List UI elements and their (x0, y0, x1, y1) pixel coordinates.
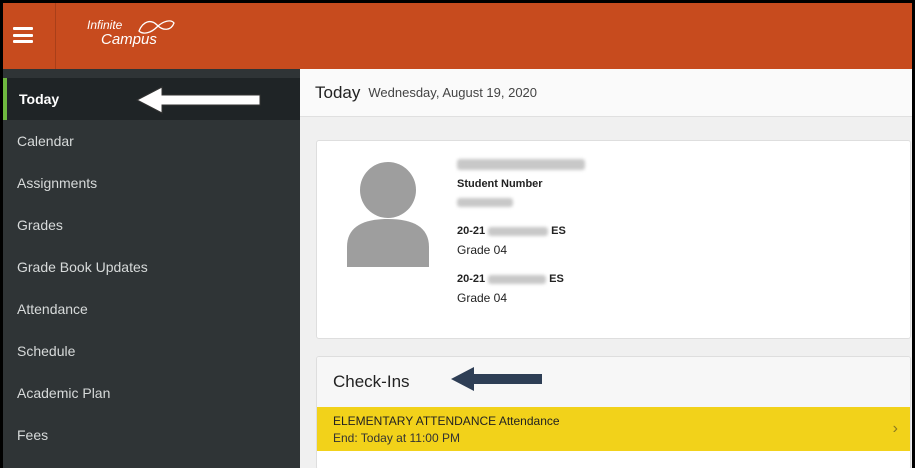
hamburger-menu-icon[interactable] (13, 23, 33, 47)
sidebar-item-label: Assignments (17, 175, 98, 191)
chevron-right-icon: › (892, 420, 898, 437)
check-in-item[interactable]: ELEMENTARY ATTENDANCE Attendance End: To… (317, 407, 910, 451)
infinity-swoosh-icon (138, 20, 175, 34)
redacted-student-number (457, 198, 513, 207)
sidebar-item-label: Academic Plan (17, 385, 111, 401)
sidebar-item-label: Fees (17, 427, 49, 443)
sidebar-item-fees[interactable]: Fees (3, 414, 300, 456)
sidebar-item-label: Schedule (17, 343, 76, 359)
sidebar-item-assignments[interactable]: Assignments (3, 162, 300, 204)
sidebar-item-attendance[interactable]: Attendance (3, 288, 300, 330)
top-bar: Infinite Campus (3, 3, 912, 69)
sidebar-item-grades[interactable]: Grades (3, 204, 300, 246)
check-in-end-time: End: Today at 11:00 PM (333, 431, 460, 445)
enrollment-school-suffix: ES (549, 273, 564, 285)
enrollment-year: 20-21 (457, 225, 486, 237)
student-info: Student Number 20-21 ES Grade 04 20-21 E… (457, 159, 585, 305)
check-in-name: ELEMENTARY ATTENDANCE Attendance (333, 414, 560, 428)
student-number-label: Student Number (457, 178, 543, 190)
app-frame: Infinite Campus Today Calendar Assignmen… (3, 3, 912, 468)
sidebar-item-label: Grades (17, 217, 63, 233)
infinite-campus-logo[interactable]: Infinite Campus (87, 19, 175, 47)
enrollment-school-suffix: ES (551, 225, 566, 237)
check-ins-panel: Check-Ins ELEMENTARY ATTENDANCE Attendan… (316, 356, 911, 468)
redacted-school-name (488, 226, 549, 236)
sidebar-item-calendar[interactable]: Calendar (3, 120, 300, 162)
enrollment-year: 20-21 (457, 273, 486, 285)
page-date: Wednesday, August 19, 2020 (368, 85, 538, 100)
check-ins-heading: Check-Ins (317, 357, 910, 407)
enrollment-school: 20-21 ES (457, 225, 585, 237)
student-card: Student Number 20-21 ES Grade 04 20-21 E… (316, 140, 911, 339)
enrollment-grade: Grade 04 (457, 243, 508, 257)
topbar-divider (55, 3, 56, 69)
sidebar-item-label: Grade Book Updates (17, 259, 148, 275)
page-title: Today (315, 82, 361, 102)
sidebar-item-label: Calendar (17, 133, 74, 149)
sidebar-item-label: Attendance (17, 301, 88, 317)
page-header: Today Wednesday, August 19, 2020 (300, 69, 912, 117)
annotation-arrow-white (136, 86, 261, 114)
check-ins-title: Check-Ins (333, 372, 410, 391)
sidebar-item-grade-book-updates[interactable]: Grade Book Updates (3, 246, 300, 288)
redacted-student-name (457, 159, 585, 170)
redacted-school-name (488, 274, 547, 284)
main-content: Today Wednesday, August 19, 2020 Student… (300, 69, 912, 468)
enrollment-school: 20-21 ES (457, 273, 585, 285)
student-avatar-icon (347, 162, 429, 267)
sidebar-item-schedule[interactable]: Schedule (3, 330, 300, 372)
sidebar-item-label: Today (19, 91, 60, 107)
annotation-arrow-dark (451, 367, 542, 391)
sidebar-item-academic-plan[interactable]: Academic Plan (3, 372, 300, 414)
enrollment-grade: Grade 04 (457, 291, 508, 305)
sidebar: Today Calendar Assignments Grades Grade … (3, 69, 300, 468)
